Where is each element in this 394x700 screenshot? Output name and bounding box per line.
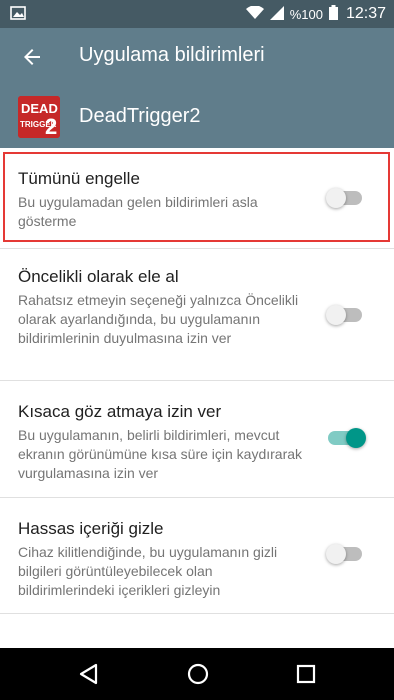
toggle-thumb <box>326 544 346 564</box>
setting-title: Hassas içeriği gizle <box>18 519 164 538</box>
toggle-thumb <box>326 305 346 325</box>
setting-row-block-all[interactable]: Tümünü engelle Bu uygulamadan gelen bild… <box>0 148 394 249</box>
setting-row-priority[interactable]: Öncelikli olarak ele al Rahatsız etmeyin… <box>0 249 394 381</box>
home-circle-icon[interactable] <box>186 662 210 686</box>
status-bar: %100 12:37 <box>0 0 394 28</box>
app-name: DeadTrigger2 <box>79 105 201 127</box>
setting-row-sensitive[interactable]: Hassas içeriği gizle Cihaz kilitlendiğin… <box>0 498 394 614</box>
setting-title: Tümünü engelle <box>18 169 140 188</box>
toggle-thumb <box>346 428 366 448</box>
page-title: Uygulama bildirimleri <box>79 44 265 66</box>
battery-icon <box>328 5 338 23</box>
priority-toggle[interactable] <box>326 305 364 325</box>
navigation-bar <box>0 648 394 700</box>
recents-square-icon[interactable] <box>294 662 318 686</box>
clock: 12:37 <box>345 5 386 22</box>
setting-description: Rahatsız etmeyin seçeneği yalnızca Öncel… <box>18 292 299 346</box>
wifi-icon <box>245 4 264 23</box>
settings-list: Tümünü engelle Bu uygulamadan gelen bild… <box>0 148 394 614</box>
toolbar: Uygulama bildirimleri <box>0 28 394 86</box>
setting-description: Bu uygulamadan gelen bildirimleri asla g… <box>18 194 258 229</box>
battery-percent: %100 <box>289 6 323 22</box>
setting-description: Bu uygulamanın, belirli bildirimleri, me… <box>18 427 303 481</box>
setting-description: Cihaz kilitlendiğinde, bu uygulamanın gi… <box>18 544 278 598</box>
svg-text:2: 2 <box>45 114 57 138</box>
signal-icon <box>269 5 284 23</box>
setting-title: Kısaca göz atmaya izin ver <box>18 402 222 421</box>
arrow-back-icon[interactable] <box>20 45 44 69</box>
app-header: DEAD TRIGGER 2 DeadTrigger2 <box>0 86 394 148</box>
setting-title: Öncelikli olarak ele al <box>18 267 179 286</box>
hide-sensitive-toggle[interactable] <box>326 544 364 564</box>
block-all-toggle[interactable] <box>326 188 364 208</box>
setting-row-peek[interactable]: Kısaca göz atmaya izin ver Bu uygulamanı… <box>0 381 394 498</box>
peek-toggle[interactable] <box>328 428 366 448</box>
toggle-thumb <box>326 188 346 208</box>
app-icon: DEAD TRIGGER 2 <box>18 96 60 138</box>
image-icon <box>10 6 26 25</box>
back-triangle-icon[interactable] <box>77 662 101 686</box>
